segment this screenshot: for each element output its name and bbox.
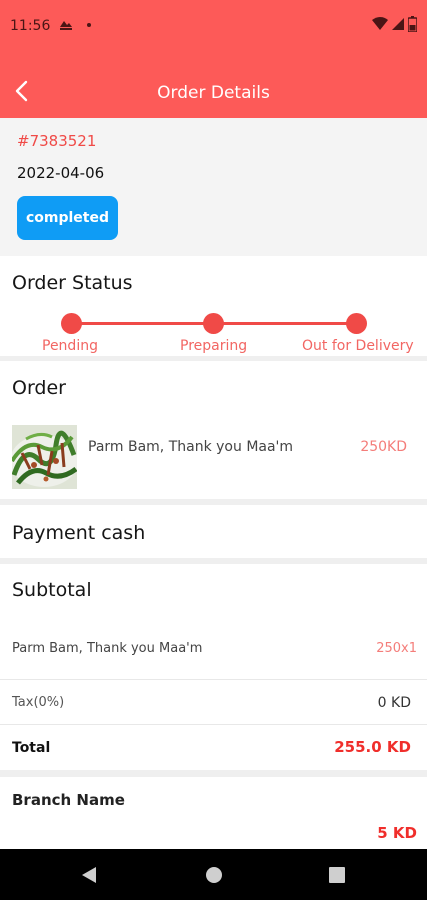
total-value: 255.0 KD xyxy=(334,738,411,756)
nav-home-button[interactable] xyxy=(204,865,224,889)
status-step-label-pending: Pending xyxy=(42,338,98,354)
nav-back-button[interactable] xyxy=(80,865,98,889)
status-step-label-preparing: Preparing xyxy=(180,338,248,354)
nav-recents-button[interactable] xyxy=(328,865,346,889)
row-divider xyxy=(0,679,427,680)
status-step-dot-preparing xyxy=(203,313,224,334)
status-left-icons xyxy=(58,17,94,32)
payment-method: Payment cash xyxy=(12,522,146,544)
recents-square-icon xyxy=(329,867,345,883)
battery-icon xyxy=(408,16,417,32)
row-divider xyxy=(0,724,427,725)
system-nav-bar xyxy=(0,849,427,900)
status-time: 11:56 xyxy=(10,18,51,34)
item-price: 250KD xyxy=(360,439,407,455)
order-date: 2022-04-06 xyxy=(17,164,105,182)
subtotal-item-name: Parm Bam, Thank you Maa'm xyxy=(12,641,203,656)
order-title: Order xyxy=(12,377,66,399)
wifi-icon xyxy=(372,17,388,30)
divider xyxy=(0,770,427,777)
salad-image xyxy=(12,425,77,489)
home-circle-icon xyxy=(206,867,222,883)
status-step-dot-pending xyxy=(61,313,82,334)
subtotal-title: Subtotal xyxy=(12,579,92,601)
signal-icon xyxy=(392,18,404,30)
item-name: Parm Bam, Thank you Maa'm xyxy=(88,439,294,455)
branch-name-label: Branch Name xyxy=(12,791,125,809)
item-image xyxy=(12,425,77,489)
branch-fee: 5 KD xyxy=(377,824,417,842)
branch-card xyxy=(0,777,427,849)
order-id: #7383521 xyxy=(17,132,97,150)
status-step-label-out-for-delivery: Out for Delivery xyxy=(302,338,414,354)
total-label: Total xyxy=(12,740,51,756)
app-bar: Order Details xyxy=(0,56,427,118)
tax-label: Tax(0%) xyxy=(12,695,65,710)
subtotal-item-qty: 250x1 xyxy=(376,641,417,656)
status-step-dot-out-for-delivery xyxy=(346,313,367,334)
page-title: Order Details xyxy=(157,83,270,103)
order-header: #7383521 2022-04-06 completed xyxy=(0,118,427,256)
order-status-title: Order Status xyxy=(12,272,133,294)
back-triangle-icon xyxy=(82,867,96,883)
status-right-icons xyxy=(372,16,417,32)
tax-value: 0 KD xyxy=(377,695,411,711)
sim-card-icon xyxy=(60,20,72,30)
status-badge: completed xyxy=(17,196,118,240)
dot-icon xyxy=(86,22,91,27)
status-bar: 11:56 xyxy=(0,0,427,56)
